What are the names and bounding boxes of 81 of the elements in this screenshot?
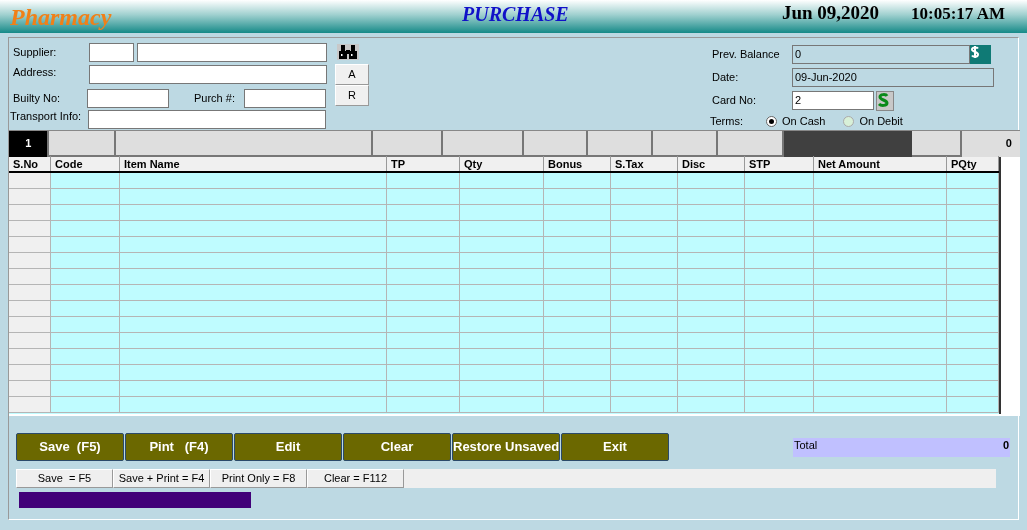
input-field[interactable] bbox=[89, 64, 327, 84]
column-header[interactable]: Qty bbox=[460, 156, 544, 171]
time-text: 10:05:17 AM bbox=[911, 2, 1005, 25]
row-number-cell: 1 bbox=[9, 131, 50, 157]
field-label: Prev. Balance bbox=[712, 47, 781, 62]
action-button[interactable]: Restore Unsaved bbox=[452, 433, 560, 461]
row-header-cell[interactable] bbox=[9, 221, 51, 236]
entry-cell[interactable] bbox=[372, 131, 444, 157]
row-header-cell[interactable] bbox=[9, 365, 51, 380]
shortcut-hint: Clear = F112 bbox=[307, 469, 404, 488]
row-header-cell[interactable] bbox=[9, 173, 51, 188]
entry-cell[interactable] bbox=[783, 131, 912, 157]
column-header[interactable]: S.Tax bbox=[611, 156, 678, 171]
column-header[interactable]: STP bbox=[745, 156, 814, 171]
entry-cell[interactable] bbox=[443, 131, 524, 157]
column-header[interactable]: PQty bbox=[947, 156, 999, 171]
field-label: Terms: bbox=[710, 114, 744, 130]
field-label: Supplier: bbox=[13, 45, 58, 60]
entry-cell[interactable] bbox=[588, 131, 653, 157]
field-label: Transport Info: bbox=[10, 110, 83, 125]
total-label: Total bbox=[794, 437, 818, 452]
total-value: 0 bbox=[1002, 437, 1009, 452]
shortcut-hint: Save = F5 bbox=[16, 469, 113, 488]
input-field[interactable] bbox=[89, 43, 134, 62]
field-label: Address: bbox=[13, 64, 58, 80]
field-label: Card No: bbox=[712, 92, 758, 108]
input-field[interactable] bbox=[244, 88, 326, 108]
balance-field[interactable]: 0 bbox=[792, 45, 970, 64]
column-header[interactable]: TP bbox=[387, 156, 460, 171]
row-header-cell[interactable] bbox=[9, 397, 51, 412]
field-label: Builty No: bbox=[13, 90, 62, 106]
entry-cell[interactable] bbox=[911, 131, 962, 157]
binoculars-icon[interactable] bbox=[337, 44, 359, 60]
column-header[interactable]: Bonus bbox=[544, 156, 611, 171]
input-field[interactable]: 2 bbox=[792, 90, 874, 110]
row-header-cell[interactable] bbox=[9, 205, 51, 220]
radio-label[interactable]: On Debit bbox=[859, 113, 903, 130]
dollar-icon[interactable] bbox=[876, 90, 894, 111]
action-button[interactable]: Clear bbox=[343, 433, 451, 461]
column-header[interactable]: S.No bbox=[9, 156, 51, 171]
entry-cell[interactable] bbox=[115, 131, 373, 157]
side-button[interactable]: R bbox=[335, 85, 369, 106]
radio-button[interactable] bbox=[843, 115, 855, 127]
row-header-cell[interactable] bbox=[9, 189, 51, 204]
row-header-cell[interactable] bbox=[9, 253, 51, 268]
field-label: Purch #: bbox=[194, 91, 236, 107]
column-header[interactable]: Net Amount bbox=[814, 156, 947, 171]
entry-cell[interactable] bbox=[523, 131, 589, 157]
action-button[interactable]: Save (F5) bbox=[16, 433, 124, 461]
action-button[interactable]: Pint (F4) bbox=[125, 433, 233, 461]
column-header[interactable]: Disc bbox=[678, 156, 745, 171]
radio-label[interactable]: On Cash bbox=[782, 113, 826, 130]
input-field[interactable] bbox=[88, 110, 326, 130]
row-header-cell[interactable] bbox=[9, 237, 51, 252]
row-header-cell[interactable] bbox=[9, 285, 51, 300]
column-header[interactable]: Item Name bbox=[120, 156, 387, 171]
action-button[interactable]: Edit bbox=[234, 433, 342, 461]
column-header[interactable]: Code bbox=[51, 156, 120, 171]
entry-cell[interactable] bbox=[717, 131, 784, 157]
action-button[interactable]: Exit bbox=[561, 433, 669, 461]
window-title: PURCHASE bbox=[462, 1, 570, 27]
row-header-cell[interactable] bbox=[9, 333, 51, 348]
side-button[interactable]: A bbox=[335, 64, 369, 85]
qty-total-cell: 0 bbox=[961, 131, 1020, 157]
entry-cell[interactable] bbox=[653, 131, 718, 157]
dollar-icon[interactable] bbox=[970, 45, 991, 64]
row-header-cell[interactable] bbox=[9, 349, 51, 364]
app-name: Pharmacy bbox=[10, 2, 113, 32]
input-field[interactable] bbox=[137, 43, 327, 62]
shortcut-hint: Save + Print = F4 bbox=[113, 469, 210, 488]
shortcut-hint: Print Only = F8 bbox=[210, 469, 307, 488]
field-label: Date: bbox=[712, 69, 740, 85]
date-text: Jun 09,2020 bbox=[781, 1, 880, 26]
row-header-cell[interactable] bbox=[9, 301, 51, 316]
entry-cell[interactable] bbox=[49, 131, 116, 157]
row-header-cell[interactable] bbox=[9, 381, 51, 396]
row-header-cell[interactable] bbox=[9, 269, 51, 284]
input-field[interactable] bbox=[87, 88, 169, 108]
row-header-cell[interactable] bbox=[9, 317, 51, 332]
date-field[interactable]: 09-Jun-2020 bbox=[792, 67, 994, 87]
radio-button[interactable] bbox=[766, 115, 777, 127]
